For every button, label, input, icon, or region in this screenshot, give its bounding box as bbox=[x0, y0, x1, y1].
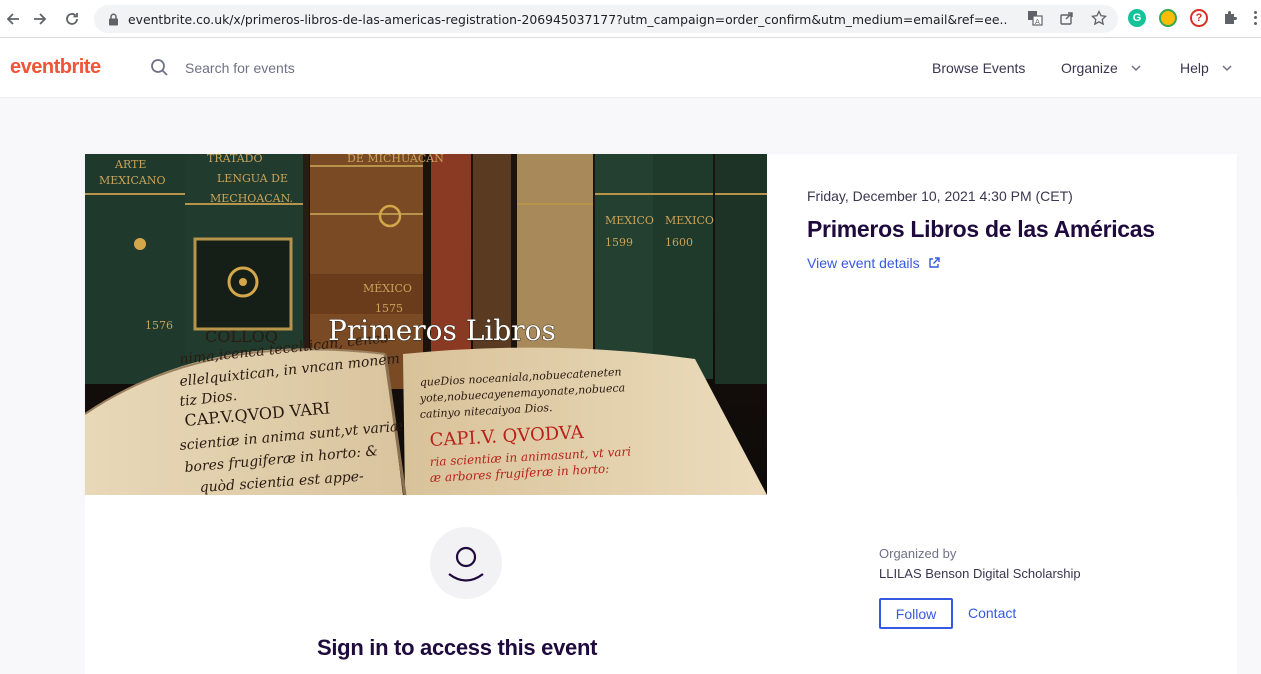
eventbrite-logo[interactable]: eventbrite bbox=[10, 56, 101, 79]
organize-menu[interactable]: Organize bbox=[1061, 60, 1142, 76]
site-header: eventbrite Browse Events Organize Help bbox=[0, 38, 1261, 98]
help-label: Help bbox=[1180, 60, 1209, 76]
svg-text:LENGUA DE: LENGUA DE bbox=[217, 172, 288, 185]
lock-icon bbox=[106, 12, 120, 26]
view-event-details-label: View event details bbox=[807, 255, 920, 271]
signin-heading: Sign in to access this event bbox=[317, 635, 598, 660]
browse-events-link[interactable]: Browse Events bbox=[932, 60, 1025, 76]
event-banner-image: ARTE MEXICANO TRATADO LENGUA DE MECHOACA… bbox=[85, 154, 767, 495]
grammarly-extension-icon[interactable]: G bbox=[1128, 9, 1146, 27]
reload-button[interactable] bbox=[59, 6, 85, 32]
svg-text:ARTE: ARTE bbox=[114, 158, 146, 171]
view-event-details-link[interactable]: View event details bbox=[807, 255, 1217, 271]
color-extension-icon[interactable] bbox=[1159, 9, 1177, 27]
signin-card: Sign in to access this event Organized b… bbox=[85, 495, 1237, 674]
arrow-right-icon bbox=[34, 13, 47, 25]
url-text[interactable]: eventbrite.co.uk/x/primeros-libros-de-la… bbox=[128, 12, 1008, 27]
svg-text:1576: 1576 bbox=[145, 319, 173, 332]
svg-text:TRATADO: TRATADO bbox=[207, 154, 262, 165]
banner-overlay-text: Primeros Libros bbox=[328, 314, 556, 347]
event-hero-card: ARTE MEXICANO TRATADO LENGUA DE MECHOACA… bbox=[85, 154, 1237, 495]
pinterest-extension-icon[interactable]: ? bbox=[1190, 9, 1208, 27]
svg-text:MECHOACAN.: MECHOACAN. bbox=[210, 192, 293, 205]
forward-button[interactable] bbox=[27, 6, 53, 32]
svg-text:A: A bbox=[1035, 18, 1040, 26]
search-icon[interactable] bbox=[150, 58, 170, 78]
extensions-puzzle-icon[interactable] bbox=[1221, 9, 1239, 27]
share-icon[interactable] bbox=[1058, 9, 1076, 27]
follow-button[interactable]: Follow bbox=[879, 598, 953, 629]
address-bar[interactable]: eventbrite.co.uk/x/primeros-libros-de-la… bbox=[94, 5, 1118, 33]
browser-menu-icon[interactable] bbox=[1252, 10, 1258, 26]
browser-toolbar: eventbrite.co.uk/x/primeros-libros-de-la… bbox=[0, 0, 1261, 38]
chevron-down-icon bbox=[1131, 65, 1141, 72]
svg-text:MÉXICO: MÉXICO bbox=[363, 281, 412, 295]
organized-by-label: Organized by bbox=[879, 546, 957, 561]
bookmark-star-icon[interactable] bbox=[1090, 9, 1108, 27]
help-menu[interactable]: Help bbox=[1180, 60, 1233, 76]
event-title: Primeros Libros de las Américas bbox=[807, 216, 1155, 242]
arrow-left-icon bbox=[6, 13, 19, 25]
event-date: Friday, December 10, 2021 4:30 PM (CET) bbox=[807, 188, 1073, 204]
translate-icon[interactable]: A bbox=[1026, 9, 1044, 27]
organizer-name[interactable]: LLILAS Benson Digital Scholarship bbox=[879, 566, 1081, 581]
browse-events-label: Browse Events bbox=[932, 60, 1026, 76]
back-button[interactable] bbox=[0, 6, 26, 32]
reload-icon bbox=[66, 13, 78, 25]
contact-link[interactable]: Contact bbox=[968, 605, 1016, 621]
svg-text:1600: 1600 bbox=[665, 236, 693, 249]
user-avatar-icon bbox=[430, 527, 502, 599]
chevron-down-icon bbox=[1222, 65, 1232, 72]
svg-text:MEXICANO: MEXICANO bbox=[99, 174, 165, 187]
event-summary: Friday, December 10, 2021 4:30 PM (CET) … bbox=[807, 188, 1217, 271]
search-input[interactable] bbox=[178, 56, 418, 80]
svg-text:DE MICHUACAN: DE MICHUACAN bbox=[347, 154, 444, 165]
organize-label: Organize bbox=[1061, 60, 1118, 76]
svg-text:MEXICO: MEXICO bbox=[665, 214, 714, 227]
svg-text:1599: 1599 bbox=[605, 236, 633, 249]
external-link-icon bbox=[928, 257, 940, 268]
svg-text:MEXICO: MEXICO bbox=[605, 214, 654, 227]
